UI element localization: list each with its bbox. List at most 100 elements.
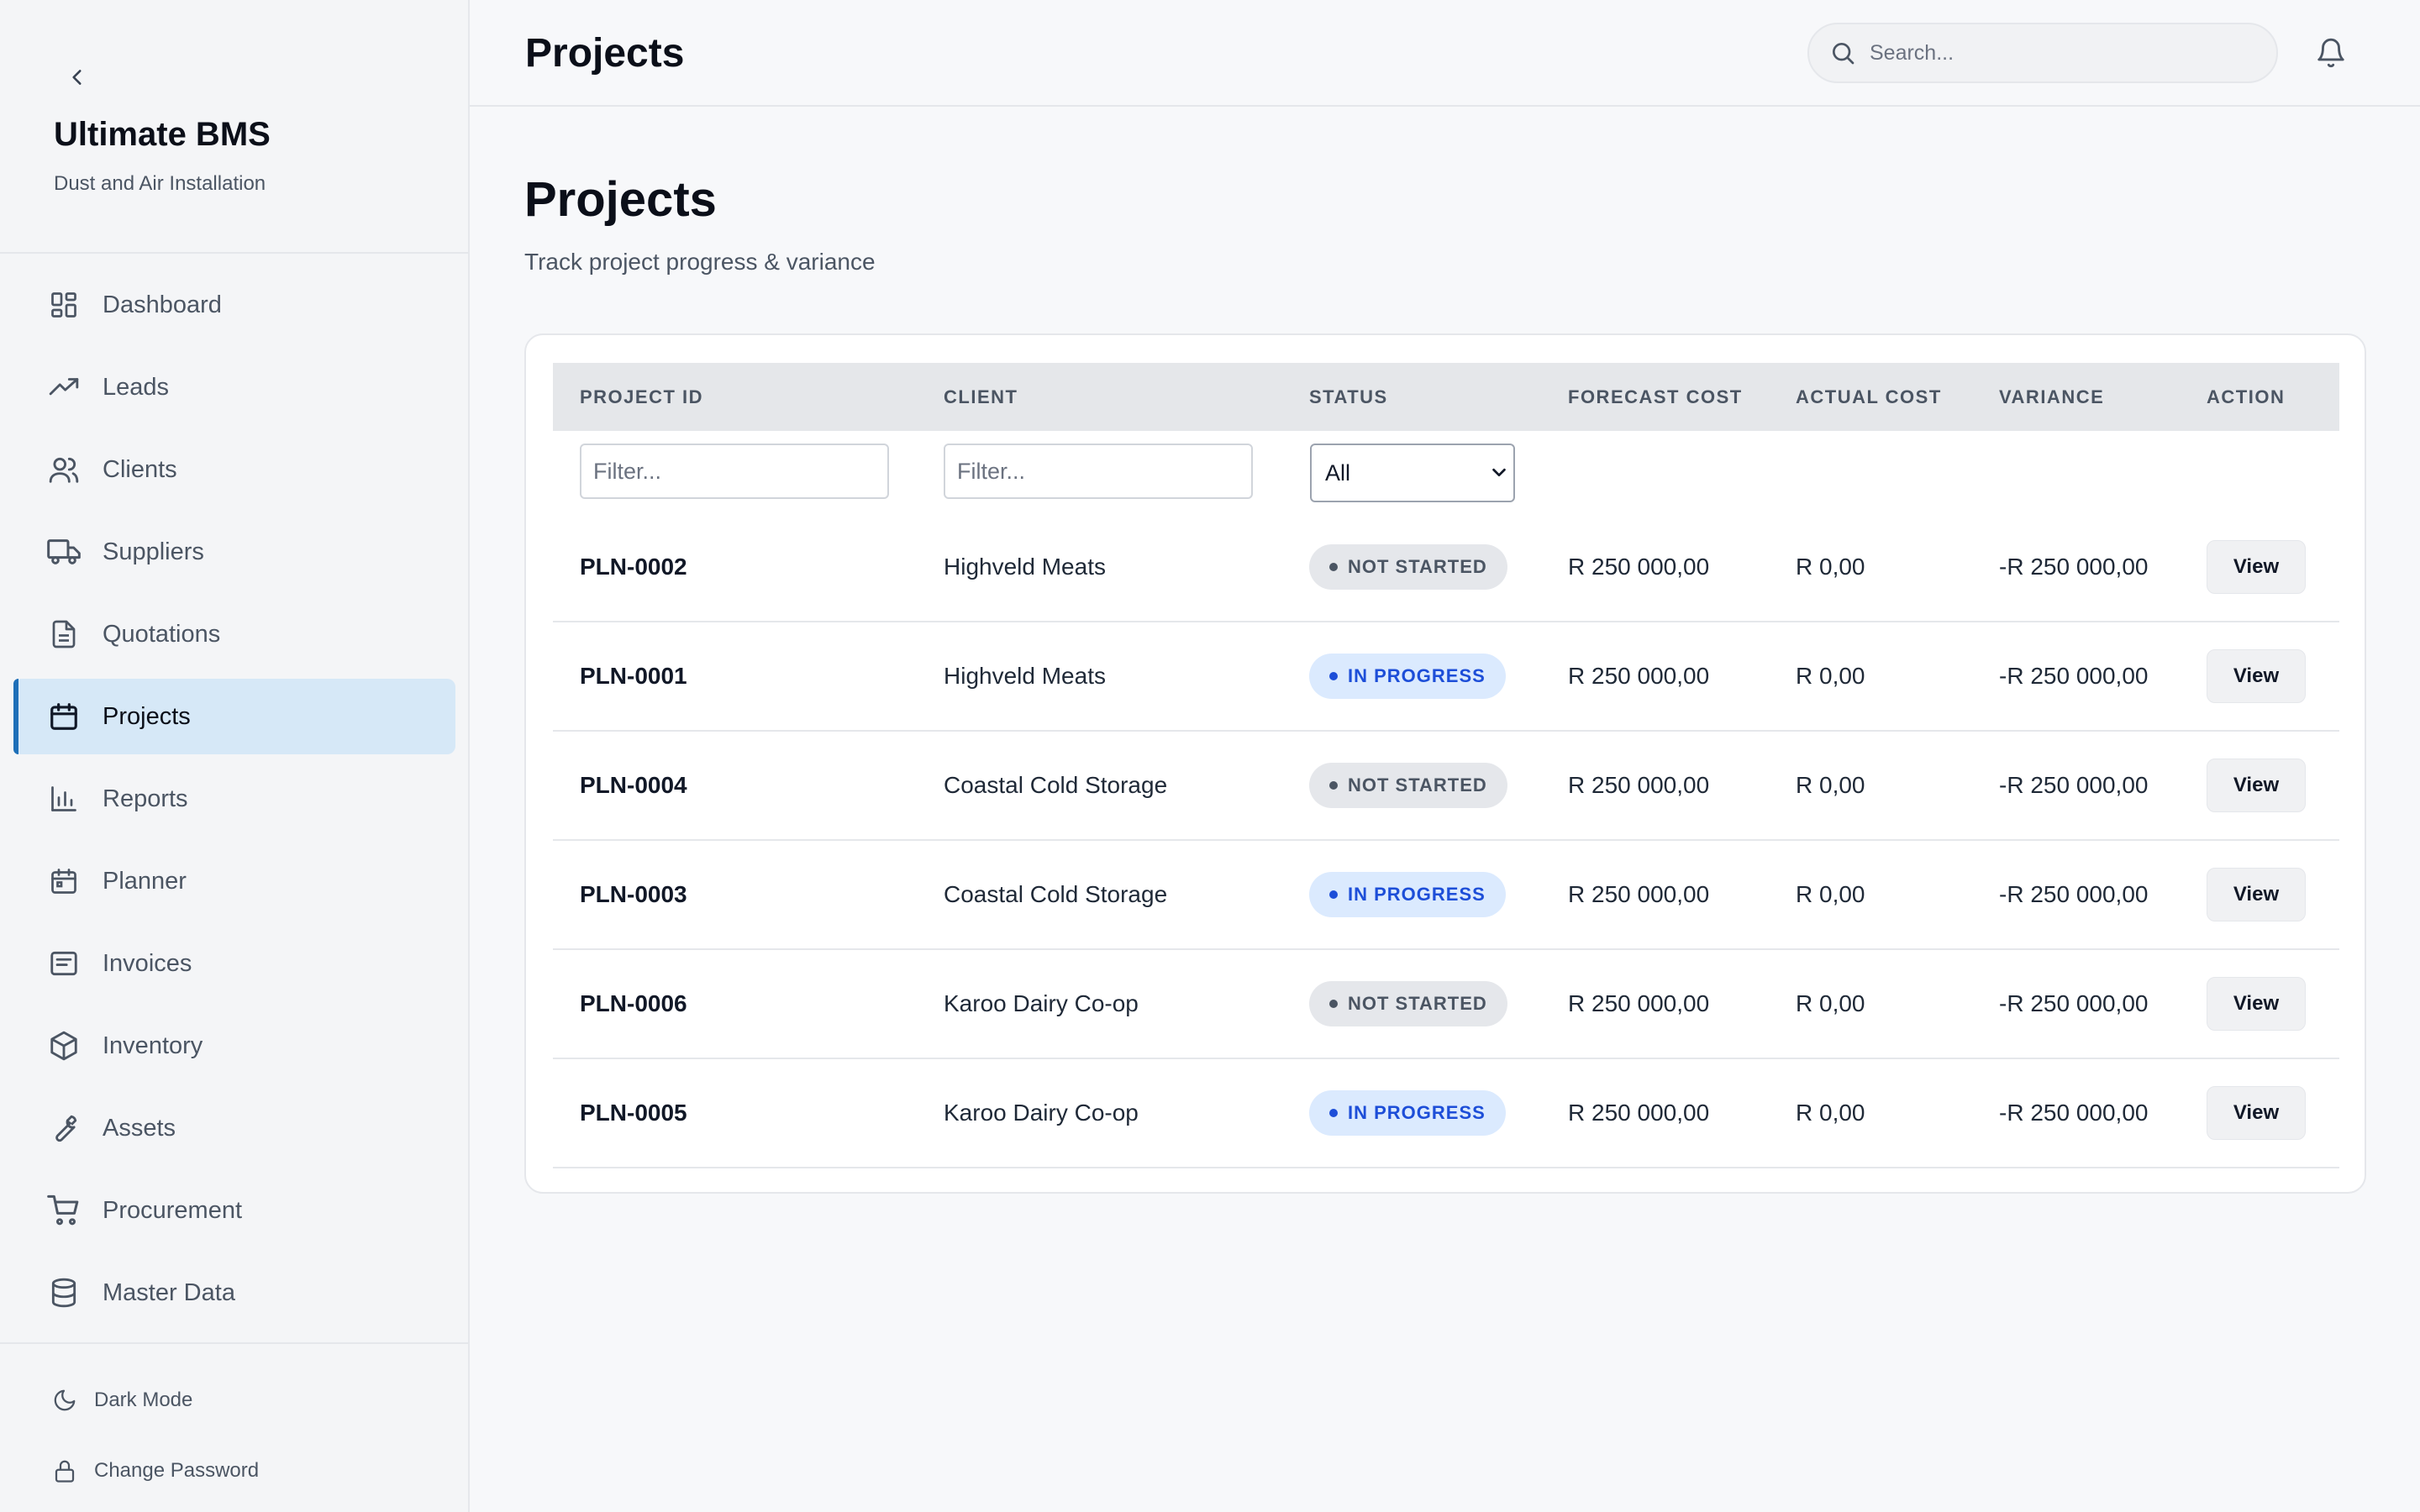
table-row: PLN-0003 Coastal Cold Storage IN PROGRES…	[553, 841, 2339, 950]
sidebar-item-label: Suppliers	[103, 538, 204, 565]
forecast-cost-cell: R 250 000,00	[1568, 990, 1710, 1016]
forecast-cost-cell: R 250 000,00	[1568, 881, 1710, 907]
page-subtitle: Track project progress & variance	[524, 249, 876, 275]
action-cell: View	[2207, 950, 2306, 1058]
actual-cost-cell: R 0,00	[1796, 772, 1865, 798]
action-cell: View	[2207, 841, 2306, 948]
status-text: NOT STARTED	[1348, 556, 1487, 577]
view-button[interactable]: View	[2207, 1086, 2306, 1140]
sidebar-item-master-data[interactable]: Master Data	[13, 1255, 455, 1331]
change-password-label: Change Password	[94, 1459, 260, 1482]
sidebar-item-suppliers[interactable]: Suppliers	[13, 514, 455, 590]
sidebar-item-projects[interactable]: Projects	[13, 679, 455, 754]
calendar-grid-icon	[47, 864, 81, 898]
search-box[interactable]	[1807, 23, 2278, 83]
status-filter-select[interactable]: All	[1310, 444, 1515, 502]
table-row: PLN-0002 Highveld Meats NOT STARTED R 25…	[553, 513, 2339, 622]
status-cell: IN PROGRESS	[1309, 1059, 1506, 1167]
view-button[interactable]: View	[2207, 868, 2306, 921]
chevron-left-icon	[72, 70, 82, 85]
box-icon	[47, 1029, 81, 1063]
bar-chart-icon	[47, 782, 81, 816]
sidebar-item-dashboard[interactable]: Dashboard	[13, 267, 455, 343]
project-id-cell: PLN-0001	[580, 663, 687, 689]
status-badge: IN PROGRESS	[1309, 654, 1506, 699]
view-button[interactable]: View	[2207, 649, 2306, 703]
back-button[interactable]	[62, 62, 92, 92]
dashboard-icon	[47, 288, 81, 322]
notifications-button[interactable]	[2313, 35, 2349, 71]
sidebar-item-label: Projects	[103, 702, 191, 730]
actual-cost-cell: R 0,00	[1796, 881, 1865, 907]
client-cell: Coastal Cold Storage	[944, 881, 1168, 907]
search-icon	[1833, 43, 1854, 65]
status-dot	[1329, 1109, 1338, 1117]
dark-mode-toggle[interactable]: Dark Mode	[50, 1386, 192, 1415]
project-id-filter-input[interactable]	[580, 444, 889, 499]
invoice-icon	[47, 947, 81, 980]
sidebar-item-procurement[interactable]: Procurement	[13, 1173, 455, 1248]
search-input[interactable]	[1870, 40, 2256, 66]
sidebar-item-label: Reports	[103, 785, 188, 812]
forecast-cost-cell: R 250 000,00	[1568, 772, 1710, 798]
status-cell: NOT STARTED	[1309, 513, 1507, 621]
sidebar-item-label: Dashboard	[103, 291, 222, 318]
column-header-project-id[interactable]: PROJECT ID	[580, 363, 703, 431]
sidebar-item-leads[interactable]: Leads	[13, 349, 455, 425]
sidebar-item-reports[interactable]: Reports	[13, 761, 455, 837]
sidebar-item-planner[interactable]: Planner	[13, 843, 455, 919]
view-button[interactable]: View	[2207, 540, 2306, 594]
status-dot	[1329, 672, 1338, 680]
sidebar-item-quotations[interactable]: Quotations	[13, 596, 455, 672]
status-cell: IN PROGRESS	[1309, 622, 1506, 730]
change-password-button[interactable]: Change Password	[50, 1457, 259, 1485]
brand-subtitle: Dust and Air Installation	[54, 172, 266, 195]
sidebar-item-label: Clients	[103, 455, 177, 483]
column-header-client[interactable]: CLIENT	[944, 363, 1018, 431]
variance-cell: -R 250 000,00	[1999, 990, 2149, 1016]
sidebar-divider	[0, 252, 468, 254]
status-text: IN PROGRESS	[1348, 884, 1486, 905]
variance-cell: -R 250 000,00	[1999, 554, 2149, 580]
top-bar: Projects	[470, 0, 2420, 107]
project-id-cell: PLN-0006	[580, 990, 687, 1016]
column-header-actual-cost[interactable]: ACTUAL COST	[1796, 363, 1942, 431]
table-row: PLN-0006 Karoo Dairy Co-op NOT STARTED R…	[553, 950, 2339, 1059]
column-header-variance[interactable]: VARIANCE	[1999, 363, 2104, 431]
actual-cost-cell: R 0,00	[1796, 1100, 1865, 1126]
sidebar-item-clients[interactable]: Clients	[13, 432, 455, 507]
truck-icon	[47, 535, 81, 569]
sidebar-item-label: Planner	[103, 867, 187, 895]
status-badge: NOT STARTED	[1309, 981, 1507, 1026]
status-dot	[1329, 781, 1338, 790]
project-id-cell: PLN-0004	[580, 772, 687, 798]
status-dot	[1329, 563, 1338, 571]
column-header-action: ACTION	[2207, 386, 2286, 407]
variance-cell: -R 250 000,00	[1999, 1100, 2149, 1126]
sidebar-item-invoices[interactable]: Invoices	[13, 926, 455, 1001]
actual-cost-cell: R 0,00	[1796, 990, 1865, 1016]
column-header-status[interactable]: STATUS	[1309, 363, 1388, 431]
project-id-cell: PLN-0003	[580, 881, 687, 907]
view-button[interactable]: View	[2207, 759, 2306, 812]
status-badge: IN PROGRESS	[1309, 872, 1506, 917]
sidebar: Ultimate BMS Dust and Air Installation D…	[0, 0, 470, 1512]
status-text: NOT STARTED	[1348, 993, 1487, 1014]
status-cell: NOT STARTED	[1309, 950, 1507, 1058]
cart-icon	[47, 1194, 81, 1227]
column-header-forecast-cost[interactable]: FORECAST COST	[1568, 363, 1743, 431]
table-row: PLN-0001 Highveld Meats IN PROGRESS R 25…	[553, 622, 2339, 732]
sidebar-item-label: Invoices	[103, 949, 192, 977]
bell-icon	[2317, 38, 2344, 68]
calendar-icon	[47, 700, 81, 733]
client-cell: Highveld Meats	[944, 663, 1106, 689]
sidebar-nav: Dashboard Leads Clients Suppliers Quotat…	[13, 267, 455, 1337]
project-id-cell: PLN-0002	[580, 554, 687, 580]
view-button[interactable]: View	[2207, 977, 2306, 1031]
variance-cell: -R 250 000,00	[1999, 881, 2149, 907]
client-filter-input[interactable]	[944, 444, 1253, 499]
sidebar-item-assets[interactable]: Assets	[13, 1090, 455, 1166]
trending-up-icon	[47, 370, 81, 404]
sidebar-item-inventory[interactable]: Inventory	[13, 1008, 455, 1084]
status-badge: NOT STARTED	[1309, 763, 1507, 808]
